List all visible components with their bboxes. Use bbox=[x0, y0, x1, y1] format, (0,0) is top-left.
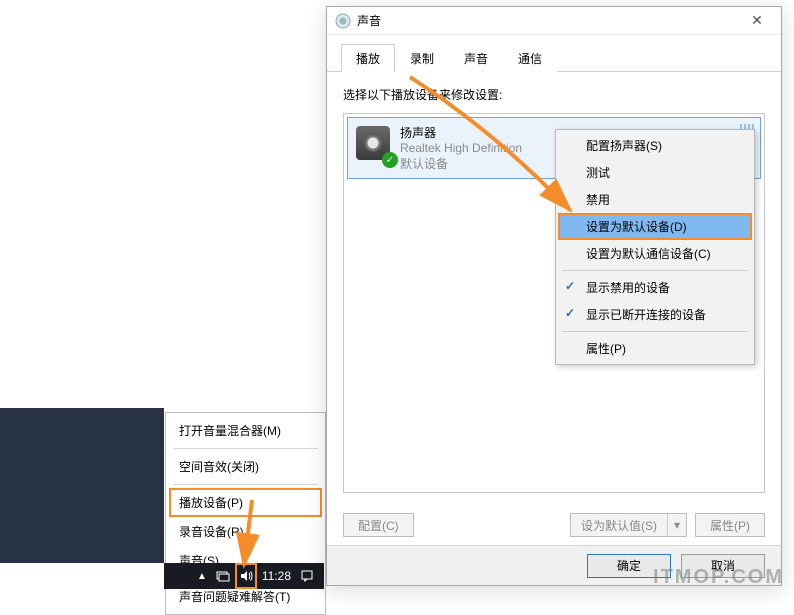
properties-button[interactable]: 属性(P) bbox=[695, 513, 765, 537]
tab-playback[interactable]: 播放 bbox=[341, 44, 395, 72]
ctx-configure-speakers[interactable]: 配置扬声器(S) bbox=[558, 132, 752, 159]
menu-separator bbox=[562, 331, 748, 332]
configure-button[interactable]: 配置(C) bbox=[343, 513, 414, 537]
network-icon[interactable] bbox=[212, 563, 234, 589]
button-row: 配置(C) 设为默认值(S) ▾ 属性(P) bbox=[343, 513, 765, 537]
menu-separator bbox=[173, 484, 318, 485]
dialog-title: 声音 bbox=[357, 12, 737, 29]
ctx-disable[interactable]: 禁用 bbox=[558, 186, 752, 213]
menu-separator bbox=[562, 270, 748, 271]
watermark: ITMOP.COM bbox=[653, 566, 784, 589]
tray-item-mixer[interactable]: 打开音量混合器(M) bbox=[169, 416, 322, 445]
volume-icon[interactable] bbox=[235, 563, 257, 589]
notifications-icon[interactable] bbox=[296, 563, 318, 589]
ctx-test[interactable]: 测试 bbox=[558, 159, 752, 186]
set-default-button[interactable]: 设为默认值(S) ▾ bbox=[570, 513, 687, 537]
titlebar: 声音 ✕ bbox=[327, 7, 781, 35]
tray-overflow-chevron[interactable]: ▲ bbox=[193, 563, 211, 589]
tray-item-spatial[interactable]: 空间音效(关闭) bbox=[169, 452, 322, 481]
tray-item-playback-devices[interactable]: 播放设备(P) bbox=[169, 488, 322, 517]
device-info: 扬声器 Realtek High Definition 默认设备 bbox=[400, 124, 522, 172]
dropdown-chevron-icon[interactable]: ▾ bbox=[667, 514, 686, 536]
default-check-icon: ✓ bbox=[382, 152, 398, 168]
taskbar: ▲ 11:28 bbox=[164, 563, 324, 589]
ctx-show-disconnected[interactable]: 显示已断开连接的设备 bbox=[558, 301, 752, 328]
tab-sounds[interactable]: 声音 bbox=[449, 44, 503, 72]
set-default-label: 设为默认值(S) bbox=[571, 514, 667, 536]
device-name: 扬声器 bbox=[400, 124, 522, 141]
clock[interactable]: 11:28 bbox=[258, 563, 295, 589]
tab-recording[interactable]: 录制 bbox=[395, 44, 449, 72]
device-description: Realtek High Definition bbox=[400, 141, 522, 155]
tab-strip: 播放 录制 声音 通信 bbox=[327, 35, 781, 72]
device-status: 默认设备 bbox=[400, 155, 522, 172]
desktop-background bbox=[0, 408, 164, 563]
device-context-menu: 配置扬声器(S) 测试 禁用 设置为默认设备(D) 设置为默认通信设备(C) 显… bbox=[555, 129, 755, 365]
ctx-show-disabled[interactable]: 显示禁用的设备 bbox=[558, 274, 752, 301]
ctx-properties[interactable]: 属性(P) bbox=[558, 335, 752, 362]
close-button[interactable]: ✕ bbox=[737, 12, 777, 29]
instruction-text: 选择以下播放设备来修改设置: bbox=[343, 86, 765, 103]
ctx-set-default-device[interactable]: 设置为默认设备(D) bbox=[558, 213, 752, 240]
ctx-set-default-comm[interactable]: 设置为默认通信设备(C) bbox=[558, 240, 752, 267]
tray-item-recording-devices[interactable]: 录音设备(R) bbox=[169, 517, 322, 546]
tab-communications[interactable]: 通信 bbox=[503, 44, 557, 72]
sound-dialog-icon bbox=[335, 13, 351, 29]
menu-separator bbox=[173, 448, 318, 449]
